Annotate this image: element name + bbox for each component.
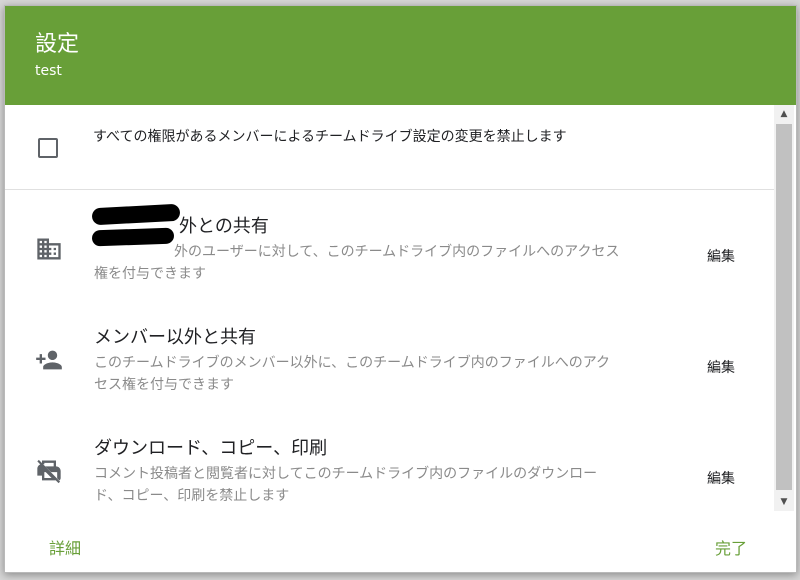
done-button[interactable]: 完了: [715, 535, 747, 559]
edit-button[interactable]: 編集: [705, 244, 737, 268]
scrollbar-thumb[interactable]: [776, 124, 792, 490]
building-icon: [35, 235, 63, 263]
download-off-icon: [35, 457, 63, 485]
add-person-icon: [35, 346, 63, 374]
divider: [5, 189, 774, 190]
redaction-mark: [91, 203, 181, 226]
restriction-label: すべての権限があるメンバーによるチームドライブ設定の変更を禁止します: [93, 129, 567, 145]
restriction-row: すべての権限があるメンバーによるチームドライブ設定の変更を禁止します: [5, 105, 774, 189]
setting-external-sharing: 外との共有 外のユーザーに対して、このチームドライブ内のファイルへのアクセス権を…: [5, 201, 774, 312]
setting-non-member-sharing: メンバー以外と共有 このチームドライブのメンバー以外に、このチームドライブ内のフ…: [5, 312, 774, 423]
settings-content: すべての権限があるメンバーによるチームドライブ設定の変更を禁止します 外との共有…: [5, 105, 774, 511]
redaction-mark: [91, 227, 175, 247]
setting-download-copy-print: ダウンロード、コピー、印刷 コメント投稿者と閲覧者に対してこのチームドライブ内の…: [5, 423, 774, 511]
setting-title: ダウンロード、コピー、印刷: [94, 438, 328, 459]
setting-description: コメント投稿者と閲覧者に対してこのチームドライブ内のファイルのダウンロード、コピ…: [94, 466, 598, 504]
setting-title: 外との共有: [179, 216, 269, 237]
dialog-header: 設定 test: [5, 6, 796, 105]
scroll-down-arrow-icon[interactable]: ▼: [774, 494, 794, 510]
dialog-footer: 詳細 完了: [5, 511, 796, 572]
edit-button[interactable]: 編集: [705, 355, 737, 379]
settings-dialog: 設定 test すべての権限があるメンバーによるチームドライブ設定の変更を禁止し…: [4, 5, 797, 573]
scroll-up-arrow-icon[interactable]: ▲: [774, 106, 794, 122]
restriction-checkbox[interactable]: [38, 138, 58, 158]
edit-button[interactable]: 編集: [705, 466, 737, 490]
scrollbar[interactable]: ▲ ▼: [774, 105, 794, 511]
setting-description: このチームドライブのメンバー以外に、このチームドライブ内のファイルへのアクセス権…: [94, 355, 611, 393]
dialog-title: 設定: [35, 32, 80, 57]
setting-description: 外のユーザーに対して、このチームドライブ内のファイルへのアクセス権を付与できます: [94, 244, 620, 282]
dialog-subtitle: test: [35, 63, 62, 79]
setting-title: メンバー以外と共有: [94, 327, 256, 348]
details-button[interactable]: 詳細: [49, 535, 81, 559]
